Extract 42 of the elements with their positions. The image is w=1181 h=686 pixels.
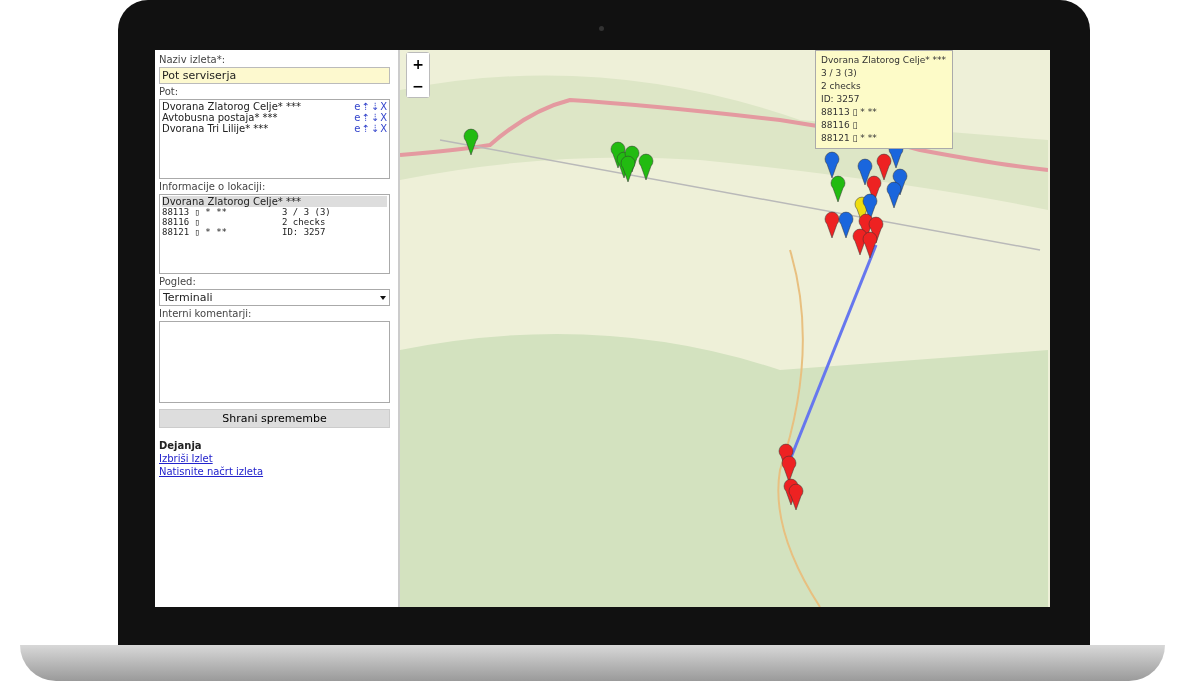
tooltip-text: 2 checks	[821, 80, 862, 93]
info-text: 3 / 3 (3)	[282, 207, 332, 217]
info-text: 88121 ▯ * **	[162, 227, 229, 237]
info-title: Dvorana Zlatorog Celje* ***	[162, 196, 387, 207]
action-link[interactable]: ⇣	[370, 123, 380, 134]
camera-icon	[599, 26, 604, 31]
action-link[interactable]: ⇣	[370, 112, 380, 123]
action-link[interactable]: ⇡	[361, 123, 370, 134]
info-text: 88116 ▯	[162, 217, 201, 227]
field-label: Naziv izleta*:	[159, 54, 227, 65]
action-link[interactable]: X	[380, 112, 387, 123]
info-text: 88113 ▯ * **	[162, 207, 228, 217]
action-link[interactable]: e	[354, 112, 361, 123]
tooltip-text: 88113 ▯ * **	[821, 106, 878, 119]
action-link[interactable]: Natisnite načrt izleta	[159, 466, 264, 477]
action-link[interactable]: Izbriši Izlet	[159, 453, 213, 464]
route-item[interactable]: Avtobusna postaja* ***	[162, 112, 278, 123]
save-button[interactable]: Shrani spremembe	[159, 409, 390, 428]
tooltip-text: Dvorana Zlatorog Celje* ***	[821, 54, 947, 67]
action-link[interactable]: ⇣	[370, 101, 380, 112]
tooltip-text: 88121 ▯ * **	[821, 132, 878, 145]
comments-field[interactable]	[159, 321, 390, 403]
action-link[interactable]: e	[354, 123, 361, 134]
route-item[interactable]: Dvorana Tri Lilije* ***	[162, 123, 269, 134]
tooltip-text: ID: 3257	[821, 93, 861, 106]
tooltip-text: 3 / 3 (3)	[821, 67, 858, 80]
action-link[interactable]: ⇡	[361, 112, 370, 123]
input-field[interactable]: Pot serviserja	[159, 67, 390, 84]
route-item[interactable]: Dvorana Zlatorog Celje* ***	[162, 101, 301, 112]
section-title: Dejanja	[159, 440, 203, 451]
field-label: Informacije o lokaciji:	[159, 181, 267, 192]
info-text: ID: 3257	[282, 227, 327, 237]
action-link[interactable]: X	[380, 123, 387, 134]
info-text: 2 checks	[282, 217, 327, 227]
tooltip-text: 88116 ▯	[821, 119, 859, 132]
field-label: Interni komentarji:	[159, 308, 253, 319]
action-link[interactable]: ⇡	[361, 101, 370, 112]
view-dropdown[interactable]: Terminali	[159, 289, 390, 306]
action-link[interactable]: e	[354, 101, 361, 112]
field-label: Pot:	[159, 86, 180, 97]
action-link[interactable]: X	[380, 101, 387, 112]
field-label: Pogled:	[159, 276, 197, 287]
